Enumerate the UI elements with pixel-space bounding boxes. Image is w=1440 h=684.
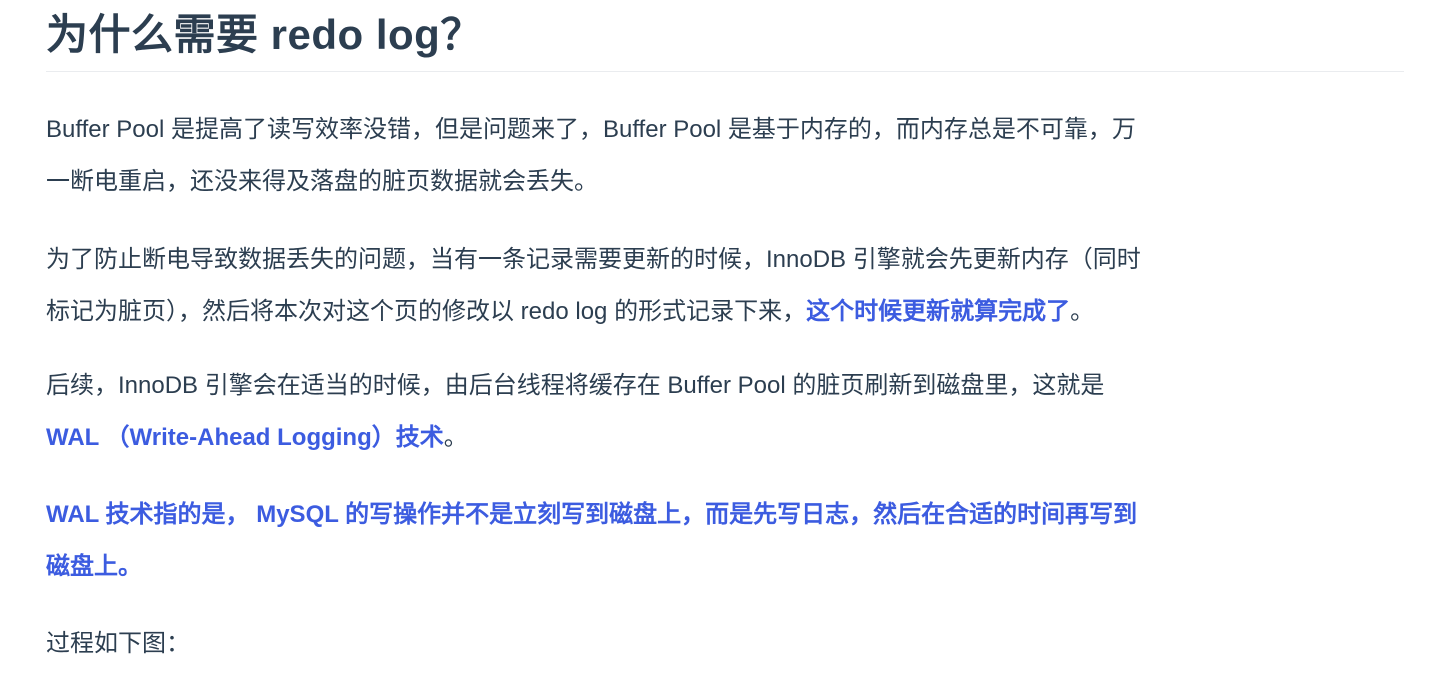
text-line: 为了防止断电导致数据丢失的问题，当有一条记录需要更新的时候，InnoDB 引擎就… bbox=[46, 246, 1141, 273]
emphasis-line: 磁盘上。 bbox=[46, 553, 142, 580]
emphasis-text: 这个时候更新就算完成了 bbox=[806, 298, 1071, 325]
paragraph-wal-definition: WAL 技术指的是， MySQL 的写操作并不是立刻写到磁盘上，而是先写日志，然… bbox=[46, 489, 1416, 593]
paragraph-wal-intro: 后续，InnoDB 引擎会在适当的时候，由后台线程将缓存在 Buffer Poo… bbox=[46, 360, 1416, 464]
section-heading: 为什么需要 redo log？ bbox=[46, 11, 483, 58]
emphasis-line: WAL 技术指的是， MySQL 的写操作并不是立刻写到磁盘上，而是先写日志，然… bbox=[46, 501, 1138, 528]
text-line: Buffer Pool 是提高了读写效率没错，但是问题来了，Buffer Poo… bbox=[46, 116, 1136, 143]
paragraph-prevent-loss: 为了防止断电导致数据丢失的问题，当有一条记录需要更新的时候，InnoDB 引擎就… bbox=[46, 234, 1416, 338]
heading-divider bbox=[46, 71, 1404, 72]
text-line: 后续，InnoDB 引擎会在适当的时候，由后台线程将缓存在 Buffer Poo… bbox=[46, 372, 1105, 399]
text-punct: 。 bbox=[443, 424, 468, 451]
emphasis-text: WAL （Write-Ahead Logging）技术 bbox=[46, 424, 444, 451]
paragraph-process: 过程如下图： bbox=[46, 618, 1416, 670]
paragraph-buffer-pool: Buffer Pool 是提高了读写效率没错，但是问题来了，Buffer Poo… bbox=[46, 104, 1416, 208]
text-line: 过程如下图： bbox=[46, 630, 190, 657]
text-line: 一断电重启，还没来得及落盘的脏页数据就会丢失。 bbox=[46, 168, 598, 195]
text-line: 标记为脏页），然后将本次对这个页的修改以 redo log 的形式记录下来， bbox=[46, 298, 807, 325]
text-punct: 。 bbox=[1070, 298, 1095, 325]
